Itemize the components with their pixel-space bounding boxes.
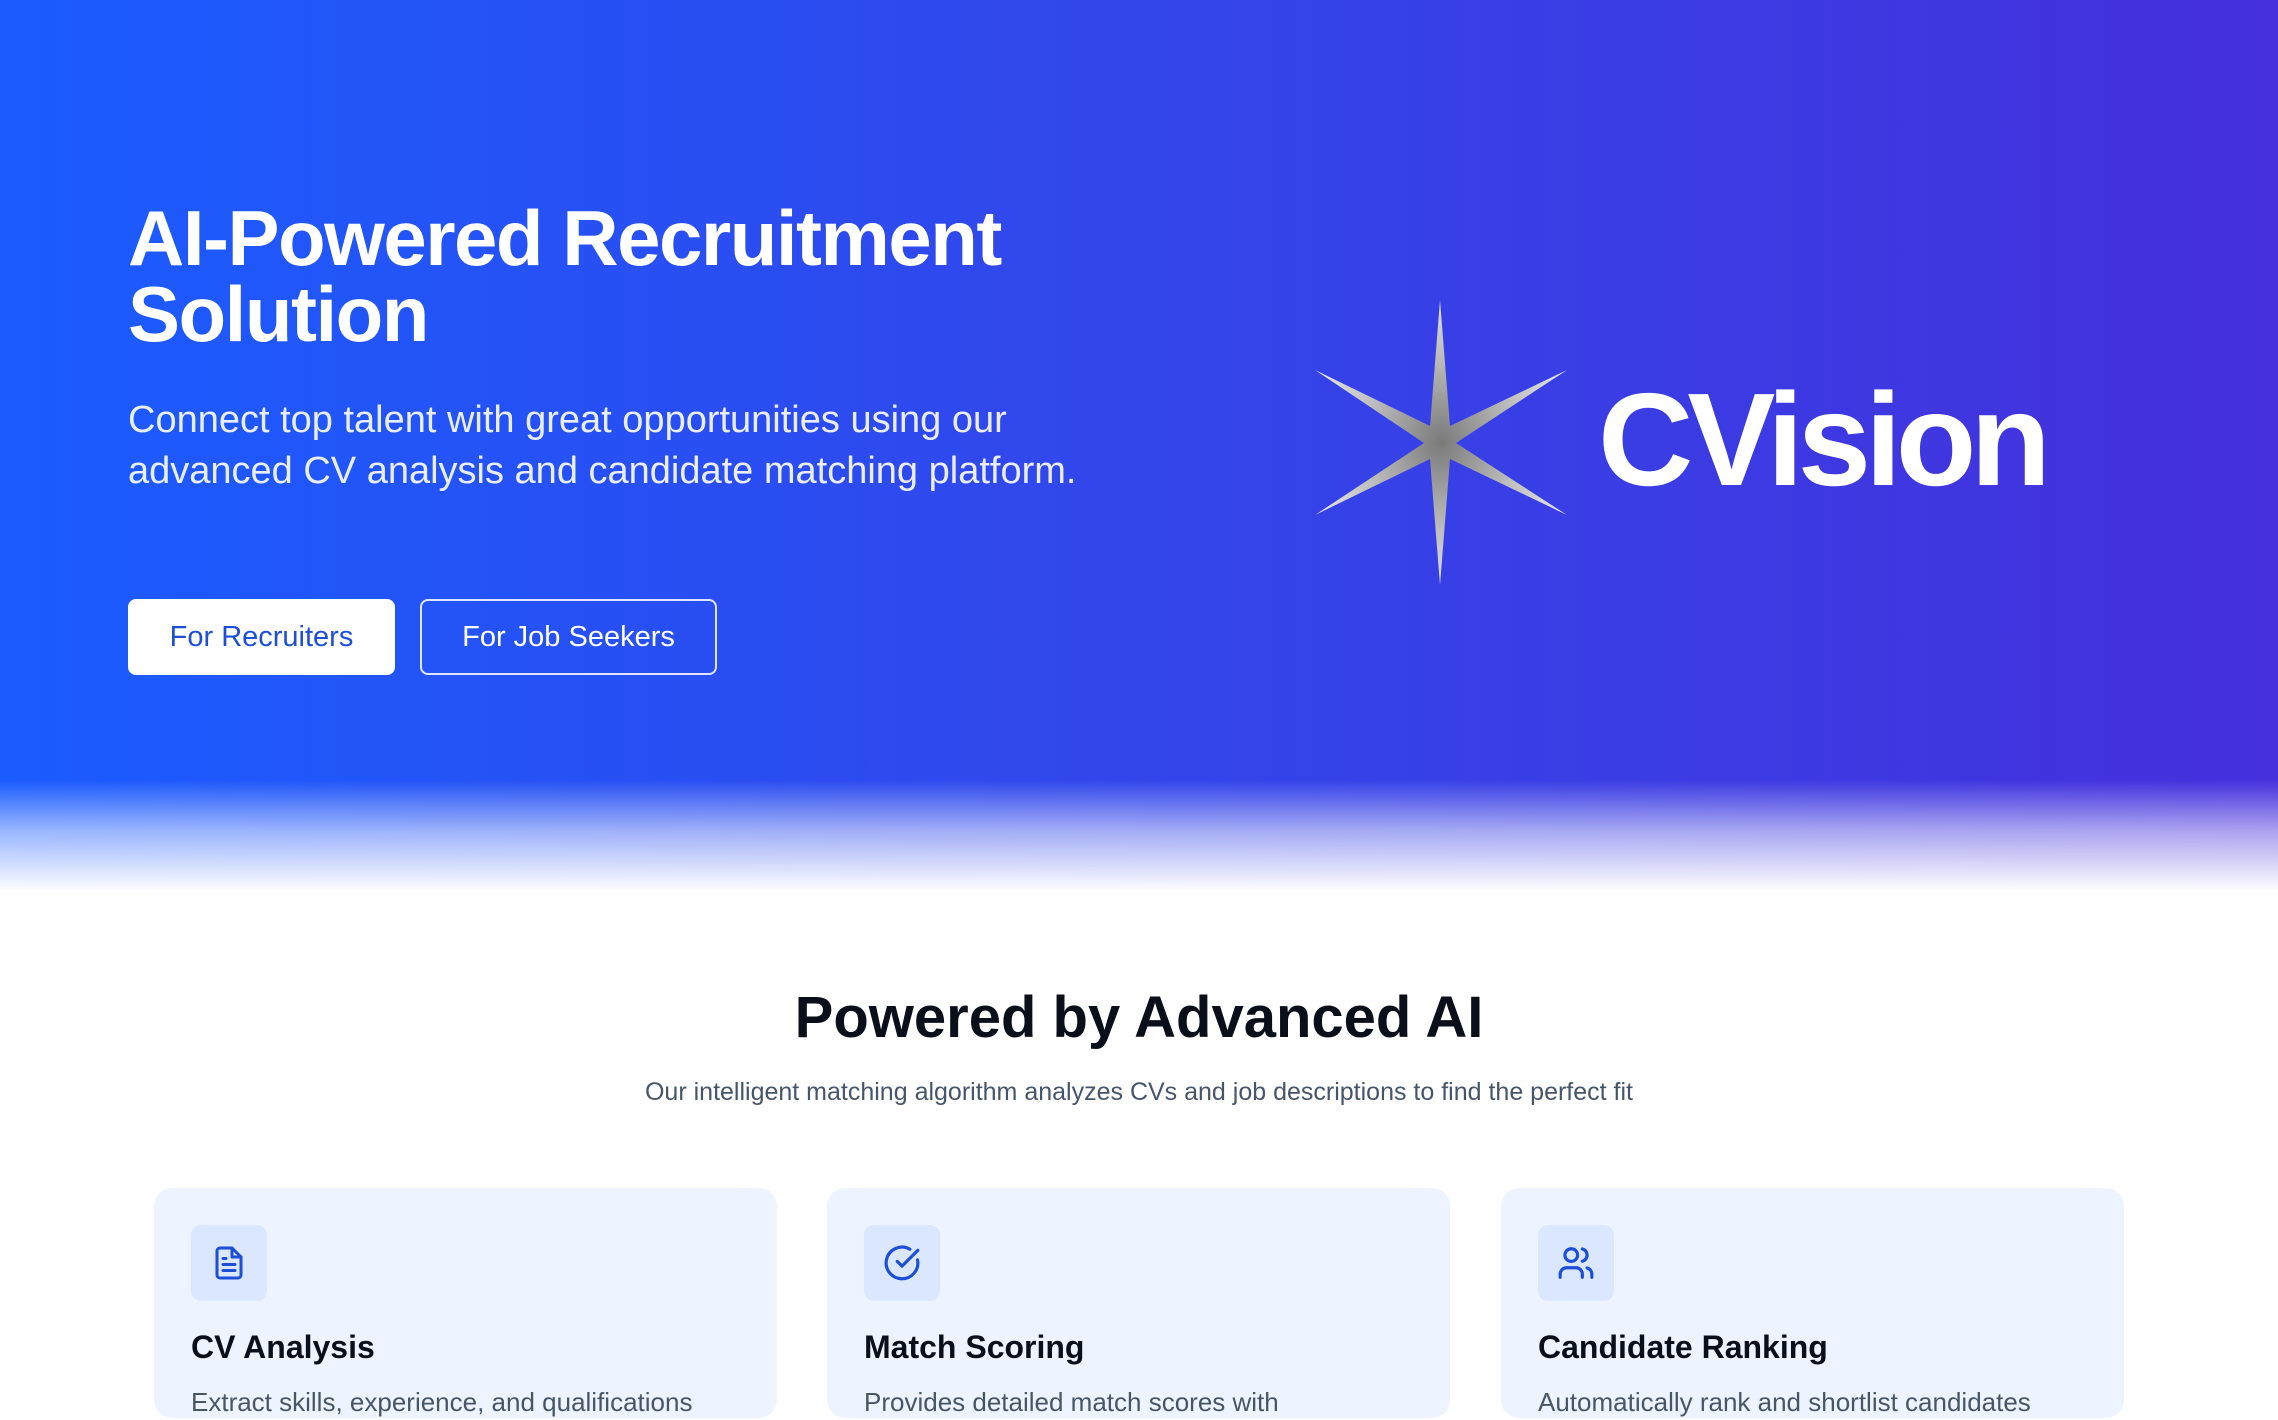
hero-title: AI-Powered Recruitment Solution [128,194,1002,358]
card-description: Extract skills, experience, and qualific… [191,1387,693,1417]
users-icon [1538,1225,1614,1301]
hero-fade [0,780,2278,892]
brand-logo-text: CVision [1598,366,2051,513]
features-subtitle: Our intelligent matching algorithm analy… [644,1078,1633,1106]
hero-subtitle: Connect top talent with great opportunit… [128,399,1077,492]
check-circle-icon [864,1225,940,1301]
feature-card-candidate-ranking: Candidate Ranking Automatically rank and… [1501,1188,2124,1418]
card-title: Match Scoring [864,1329,1085,1365]
card-title: Candidate Ranking [1538,1329,1828,1365]
features-title: Powered by Advanced AI [794,985,1484,1050]
card-description: Provides detailed match scores with [864,1387,1279,1417]
feature-card-cv-analysis: CV Analysis Extract skills, experience, … [154,1188,777,1418]
for-job-seekers-button[interactable]: For Job Seekers [420,599,717,675]
star-logo-icon [1315,300,1567,585]
feature-card-match-scoring: Match Scoring Provides detailed match sc… [827,1188,1450,1418]
card-title: CV Analysis [191,1329,375,1365]
document-icon [191,1225,267,1301]
card-description: Automatically rank and shortlist candida… [1538,1387,2031,1417]
for-recruiters-button[interactable]: For Recruiters [128,599,395,675]
